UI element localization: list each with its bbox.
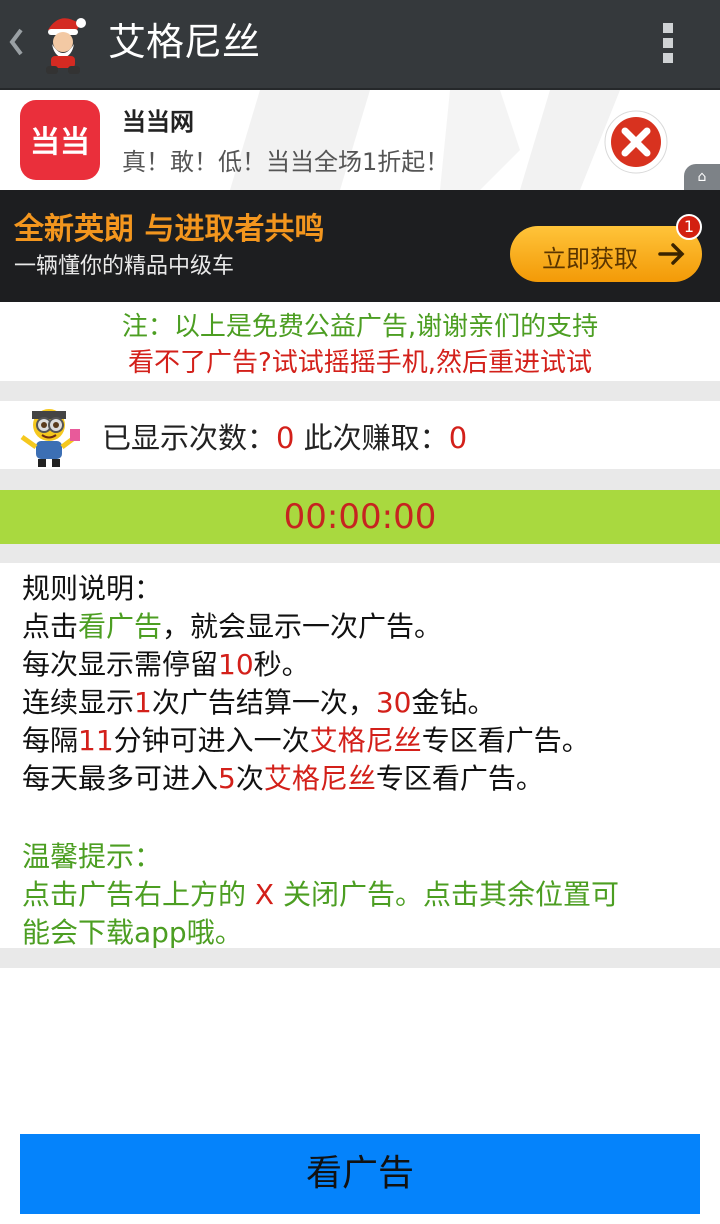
notification-badge: 1: [676, 214, 702, 240]
ad-banner-car[interactable]: 全新英朗 与进取者共鸣 一辆懂你的精品中级车 立即获取: [0, 190, 720, 302]
get-now-button[interactable]: 立即获取: [510, 226, 702, 282]
ad-description: 真！敢！低！当当全场1折起！: [122, 148, 450, 176]
rule-text: ，就会显示一次广告。: [162, 610, 443, 643]
rule-text: 连续显示: [22, 686, 135, 719]
divider: [0, 381, 720, 401]
ad-brand-name: 当当网: [122, 108, 194, 136]
rules-section: 规则说明： 点击看广告，就会显示一次广告。 每次显示需停留10秒。 连续显示1次…: [0, 563, 720, 949]
counter-row: 已显示次数：0 此次赚取：0: [0, 401, 720, 469]
rule-highlight: 11: [78, 724, 114, 757]
rule-highlight: 10: [218, 648, 254, 681]
dangdang-logo: 当当: [20, 100, 100, 180]
rule-text: 次广告结算一次，: [151, 686, 376, 719]
close-icon: [604, 110, 668, 174]
overflow-dot: [663, 53, 673, 63]
earned-label: 此次赚取：: [294, 421, 449, 455]
divider: [0, 469, 720, 490]
rule-text: 每次显示需停留: [22, 648, 219, 681]
tip-highlight: X: [254, 878, 275, 911]
divider: [0, 948, 720, 968]
ad-banner-dangdang[interactable]: 当当 当当网 真！敢！低！当当全场1折起！ ⌂: [0, 90, 720, 190]
rule-highlight: 艾格尼丝: [263, 762, 376, 795]
rule-highlight: 艾格尼丝: [309, 724, 422, 757]
divider: [0, 544, 720, 563]
rule-text: 次: [235, 762, 264, 795]
rule-line: 每次显示需停留10秒。: [22, 643, 310, 683]
tip-line: 能会下载app哦。: [22, 916, 243, 949]
rule-text: 每隔: [22, 724, 79, 757]
shown-count: 0: [276, 421, 295, 455]
overflow-menu-button[interactable]: [652, 20, 684, 70]
app-title: 艾格尼丝: [108, 20, 261, 64]
rule-line: 连续显示1次广告结算一次，30金钻。: [22, 681, 496, 721]
rule-line: 每隔11分钟可进入一次艾格尼丝专区看广告。: [22, 719, 590, 759]
tip-text: 点击广告右上方的: [22, 878, 255, 911]
rule-line: 每天最多可进入5次艾格尼丝专区看广告。: [22, 757, 544, 797]
overflow-dot: [663, 38, 673, 48]
earned-count: 0: [448, 421, 468, 455]
arrow-right-icon: [658, 243, 685, 265]
action-bar: 艾格尼丝: [0, 0, 720, 90]
rule-highlight: 看广告: [78, 610, 163, 643]
rule-text: 金钻。: [411, 686, 496, 719]
rule-text: 专区看广告。: [421, 724, 590, 757]
watch-ad-button[interactable]: 看广告: [20, 1134, 700, 1214]
ad-car-title: 全新英朗 与进取者共鸣: [14, 212, 325, 247]
tips-heading: 温馨提示：: [22, 840, 163, 873]
shake-hint-line: 看不了广告?试试摇摇手机,然后重进试试: [127, 348, 593, 378]
get-now-label: 立即获取: [542, 245, 638, 273]
santa-avatar-icon[interactable]: [38, 10, 90, 76]
rule-highlight: 30: [375, 686, 412, 719]
rule-text: 专区看广告。: [375, 762, 544, 795]
rule-highlight: 5: [218, 762, 236, 795]
countdown-timer: 00:00:00: [0, 490, 720, 544]
rule-text: 每天最多可进入: [22, 762, 219, 795]
tip-line: 点击广告右上方的 X 关闭广告。点击其余位置可: [22, 873, 619, 913]
rule-highlight: 1: [134, 686, 152, 719]
rule-text: 秒。: [253, 648, 310, 681]
rules-heading: 规则说明：: [22, 572, 163, 605]
rule-text: 分钟可进入一次: [113, 724, 310, 757]
minion-mascot-icon: [14, 405, 84, 469]
rule-line: 点击看广告，就会显示一次广告。: [22, 605, 442, 645]
tip-text: 关闭广告。点击其余位置可: [274, 878, 619, 911]
logo-text: 当当: [30, 125, 90, 160]
back-button[interactable]: [6, 22, 26, 62]
chevron-left-icon: [9, 28, 23, 56]
counter-text: 已显示次数：0 此次赚取：0: [102, 415, 467, 457]
ad-car-subtitle: 一辆懂你的精品中级车: [14, 254, 235, 279]
ad-notice-line: 注：以上是免费公益广告,谢谢亲们的支持: [121, 312, 599, 342]
ad-tag-icon: ⌂: [684, 164, 720, 190]
rule-text: 点击: [22, 610, 79, 643]
overflow-menu-icon: [663, 23, 673, 33]
shown-label: 已显示次数：: [102, 421, 277, 455]
ad-close-button[interactable]: [604, 110, 668, 174]
